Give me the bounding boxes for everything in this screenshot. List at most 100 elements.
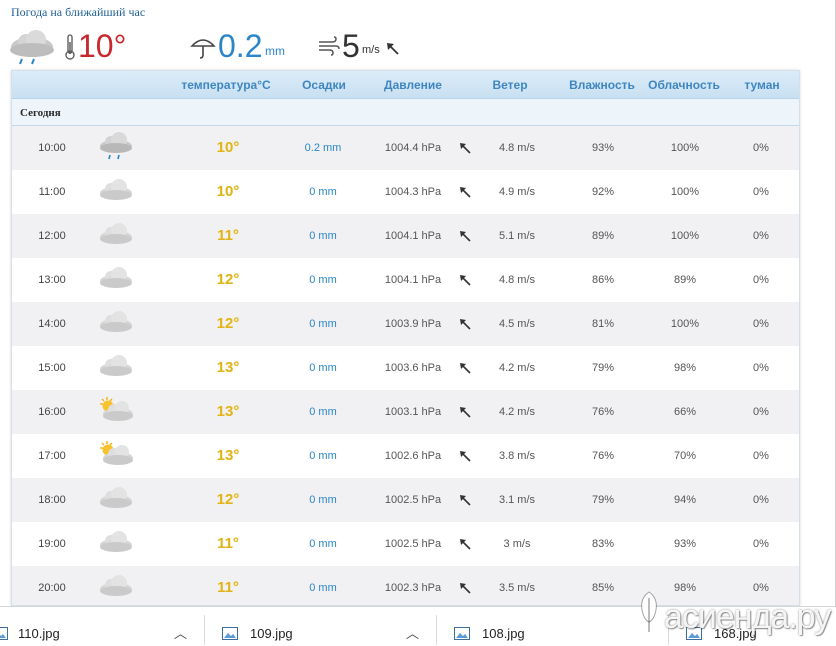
current-precipitation: 0.2 bbox=[218, 28, 263, 64]
wind-direction-arrow-icon bbox=[457, 258, 473, 302]
row-temperature: 13° bbox=[216, 359, 240, 376]
wind-direction-arrow-icon bbox=[457, 302, 473, 346]
rain-cloud-icon bbox=[10, 30, 54, 65]
cloud-icon bbox=[96, 170, 136, 214]
row-time: 15:00 bbox=[38, 362, 66, 374]
row-precipitation: 0 mm bbox=[309, 406, 337, 418]
image-file-icon bbox=[222, 627, 238, 640]
row-pressure: 1002.5 hPa bbox=[384, 538, 442, 550]
wind-direction-arrow-icon bbox=[457, 522, 473, 566]
row-precipitation: 0 mm bbox=[309, 538, 337, 550]
row-fog: 0% bbox=[753, 318, 769, 330]
chevron-up-icon[interactable]: ︿ bbox=[174, 627, 187, 641]
row-humidity: 79% bbox=[591, 362, 615, 374]
table-row: 12:00 11° 0 mm 1004.1 hPa 5.1 m/s 89% 100% 0% bbox=[12, 214, 799, 258]
row-precipitation: 0.2 mm bbox=[304, 142, 342, 154]
download-item[interactable]: 108.jpg bbox=[446, 607, 666, 646]
rain-cloud-icon bbox=[96, 126, 136, 170]
wind-direction-arrow-icon bbox=[387, 43, 399, 55]
wind-direction-arrow-icon bbox=[457, 126, 473, 170]
row-precipitation: 0 mm bbox=[309, 362, 337, 374]
wind-direction-arrow-icon bbox=[457, 434, 473, 478]
row-pressure: 1003.1 hPa bbox=[384, 406, 442, 418]
row-cloudiness: 89% bbox=[673, 274, 697, 286]
row-fog: 0% bbox=[753, 274, 769, 286]
row-time: 10:00 bbox=[38, 142, 66, 154]
row-cloudiness: 70% bbox=[673, 450, 697, 462]
row-cloudiness: 94% bbox=[673, 494, 697, 506]
row-wind-speed: 4.8 m/s bbox=[498, 142, 536, 154]
row-precipitation: 0 mm bbox=[309, 230, 337, 242]
row-humidity: 93% bbox=[591, 142, 615, 154]
row-temperature: 13° bbox=[216, 447, 240, 464]
table-row: 15:00 13° 0 mm 1003.6 hPa 4.2 m/s 79% 98% 0% bbox=[12, 346, 799, 390]
table-row: 16:00 13° 0 mm 1003.1 hPa 4.2 m/s 76% 66% 0% bbox=[12, 390, 799, 434]
wind-direction-arrow-icon bbox=[457, 478, 473, 522]
row-temperature: 12° bbox=[216, 315, 240, 332]
row-time: 16:00 bbox=[38, 406, 66, 418]
row-fog: 0% bbox=[753, 362, 769, 374]
row-cloudiness: 100% bbox=[670, 318, 700, 330]
watermark: асиенда.ру bbox=[634, 586, 834, 640]
table-row: 13:00 12° 0 mm 1004.1 hPa 4.8 m/s 86% 89% 0% bbox=[12, 258, 799, 302]
row-pressure: 1002.6 hPa bbox=[384, 450, 442, 462]
row-precipitation: 0 mm bbox=[309, 450, 337, 462]
row-cloudiness: 100% bbox=[670, 142, 700, 154]
watermark-logo-icon bbox=[641, 591, 657, 632]
row-pressure: 1003.6 hPa bbox=[384, 362, 442, 374]
day-header-row: Сегодня bbox=[12, 99, 799, 126]
current-temperature: 10° bbox=[78, 28, 127, 64]
nowcast-bar: 10° 0.2 mm 5 m/s bbox=[8, 26, 428, 66]
table-row: 19:00 11° 0 mm 1002.5 hPa 3 m/s 83% 93% 0% bbox=[12, 522, 799, 566]
wind-direction-arrow-icon bbox=[457, 214, 473, 258]
table-row: 18:00 12° 0 mm 1002.5 hPa 3.1 m/s 79% 94% 0% bbox=[12, 478, 799, 522]
table-row: 10:00 10° 0.2 mm 1004.4 hPa 4.8 m/s 93% 100% 0% bbox=[12, 126, 799, 170]
row-precipitation: 0 mm bbox=[309, 274, 337, 286]
row-time: 12:00 bbox=[38, 230, 66, 242]
row-fog: 0% bbox=[753, 142, 769, 154]
divider bbox=[436, 615, 437, 645]
row-temperature: 11° bbox=[217, 579, 239, 596]
row-temperature: 11° bbox=[217, 535, 239, 552]
column-header-wind: Ветер bbox=[492, 78, 528, 92]
download-file-name: 110.jpg bbox=[18, 626, 60, 641]
row-pressure: 1004.4 hPa bbox=[384, 142, 442, 154]
column-header-precipitation: Осадки bbox=[302, 78, 346, 92]
download-item[interactable]: 110.jpg ︿ bbox=[0, 607, 200, 646]
wind-direction-arrow-icon bbox=[457, 346, 473, 390]
row-time: 14:00 bbox=[38, 318, 66, 330]
cloud-icon bbox=[96, 566, 136, 605]
row-temperature: 10° bbox=[216, 139, 240, 156]
wind-direction-arrow-icon bbox=[457, 566, 473, 605]
sun-cloud-icon bbox=[96, 390, 136, 434]
table-header: температура°C Осадки Давление Ветер Влаж… bbox=[12, 71, 799, 99]
cloud-icon bbox=[96, 214, 136, 258]
row-pressure: 1003.9 hPa bbox=[384, 318, 442, 330]
download-item[interactable]: 109.jpg ︿ bbox=[214, 607, 434, 646]
row-wind-speed: 3.5 m/s bbox=[498, 582, 536, 594]
row-time: 17:00 bbox=[38, 450, 66, 462]
column-header-humidity: Влажность bbox=[569, 78, 635, 92]
image-file-icon bbox=[454, 627, 470, 640]
column-header-pressure: Давление bbox=[384, 78, 442, 92]
sun-cloud-icon bbox=[96, 434, 136, 478]
day-label: Сегодня bbox=[20, 107, 61, 119]
row-wind-speed: 4.8 m/s bbox=[498, 274, 536, 286]
row-temperature: 10° bbox=[216, 183, 240, 200]
row-fog: 0% bbox=[753, 406, 769, 418]
thermometer-icon bbox=[65, 34, 75, 60]
row-pressure: 1004.1 hPa bbox=[384, 274, 442, 286]
row-fog: 0% bbox=[753, 186, 769, 198]
row-cloudiness: 98% bbox=[673, 362, 697, 374]
row-humidity: 76% bbox=[591, 450, 615, 462]
row-temperature: 12° bbox=[216, 491, 240, 508]
row-fog: 0% bbox=[753, 230, 769, 242]
current-wind-unit: m/s bbox=[362, 44, 380, 56]
row-wind-speed: 4.9 m/s bbox=[498, 186, 536, 198]
chevron-up-icon[interactable]: ︿ bbox=[406, 627, 419, 641]
row-cloudiness: 100% bbox=[670, 186, 700, 198]
current-wind-speed: 5 bbox=[342, 28, 360, 64]
cloud-icon bbox=[96, 522, 136, 566]
row-humidity: 85% bbox=[591, 582, 615, 594]
row-wind-speed: 3.1 m/s bbox=[498, 494, 536, 506]
